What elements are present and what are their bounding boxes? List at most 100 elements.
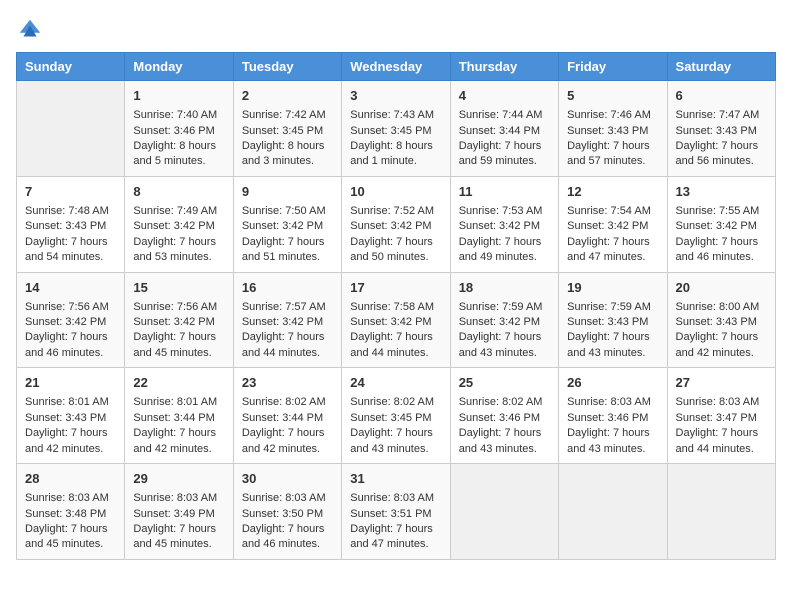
sunset-text: Sunset: 3:46 PM	[133, 124, 224, 139]
sunset-text: Sunset: 3:45 PM	[242, 124, 333, 139]
daylight-text: Daylight: 8 hours and 3 minutes.	[242, 139, 333, 170]
daylight-text: Daylight: 7 hours and 43 minutes.	[350, 426, 441, 457]
calendar-cell: 12Sunrise: 7:54 AMSunset: 3:42 PMDayligh…	[559, 176, 667, 272]
sunrise-text: Sunrise: 7:42 AM	[242, 108, 333, 123]
daylight-text: Daylight: 7 hours and 44 minutes.	[676, 426, 767, 457]
sunrise-text: Sunrise: 7:54 AM	[567, 204, 658, 219]
sunset-text: Sunset: 3:43 PM	[567, 315, 658, 330]
header-thursday: Thursday	[450, 53, 558, 81]
daylight-text: Daylight: 7 hours and 51 minutes.	[242, 235, 333, 266]
day-number: 20	[676, 279, 767, 297]
calendar-cell: 28Sunrise: 8:03 AMSunset: 3:48 PMDayligh…	[17, 464, 125, 560]
day-number: 11	[459, 183, 550, 201]
sunrise-text: Sunrise: 7:49 AM	[133, 204, 224, 219]
calendar-cell	[17, 81, 125, 177]
day-number: 9	[242, 183, 333, 201]
sunset-text: Sunset: 3:46 PM	[459, 411, 550, 426]
daylight-text: Daylight: 7 hours and 42 minutes.	[133, 426, 224, 457]
calendar-cell: 22Sunrise: 8:01 AMSunset: 3:44 PMDayligh…	[125, 368, 233, 464]
daylight-text: Daylight: 8 hours and 5 minutes.	[133, 139, 224, 170]
day-number: 27	[676, 374, 767, 392]
day-number: 2	[242, 87, 333, 105]
calendar-cell: 9 Sunrise: 7:50 AMSunset: 3:42 PMDaylight…	[233, 176, 341, 272]
logo	[16, 16, 48, 44]
calendar-cell: 25Sunrise: 8:02 AMSunset: 3:46 PMDayligh…	[450, 368, 558, 464]
daylight-text: Daylight: 7 hours and 42 minutes.	[25, 426, 116, 457]
sunrise-text: Sunrise: 7:50 AM	[242, 204, 333, 219]
sunrise-text: Sunrise: 7:48 AM	[25, 204, 116, 219]
sunrise-text: Sunrise: 7:56 AM	[133, 300, 224, 315]
calendar-cell: 4Sunrise: 7:44 AMSunset: 3:44 PMDaylight…	[450, 81, 558, 177]
sunset-text: Sunset: 3:43 PM	[676, 315, 767, 330]
sunrise-text: Sunrise: 8:03 AM	[133, 491, 224, 506]
sunrise-text: Sunrise: 8:01 AM	[25, 395, 116, 410]
daylight-text: Daylight: 7 hours and 44 minutes.	[242, 330, 333, 361]
calendar-cell: 11Sunrise: 7:53 AMSunset: 3:42 PMDayligh…	[450, 176, 558, 272]
daylight-text: Daylight: 7 hours and 43 minutes.	[567, 426, 658, 457]
calendar-cell: 14Sunrise: 7:56 AMSunset: 3:42 PMDayligh…	[17, 272, 125, 368]
sunset-text: Sunset: 3:42 PM	[350, 219, 441, 234]
calendar-cell: 2 Sunrise: 7:42 AMSunset: 3:45 PMDaylight…	[233, 81, 341, 177]
sunrise-text: Sunrise: 7:44 AM	[459, 108, 550, 123]
sunset-text: Sunset: 3:42 PM	[25, 315, 116, 330]
calendar-cell: 1Sunrise: 7:40 AMSunset: 3:46 PMDaylight…	[125, 81, 233, 177]
daylight-text: Daylight: 8 hours and 1 minute.	[350, 139, 441, 170]
daylight-text: Daylight: 7 hours and 53 minutes.	[133, 235, 224, 266]
sunset-text: Sunset: 3:51 PM	[350, 507, 441, 522]
sunset-text: Sunset: 3:42 PM	[133, 219, 224, 234]
calendar-cell: 27Sunrise: 8:03 AMSunset: 3:47 PMDayligh…	[667, 368, 775, 464]
sunset-text: Sunset: 3:42 PM	[350, 315, 441, 330]
daylight-text: Daylight: 7 hours and 47 minutes.	[567, 235, 658, 266]
calendar-cell: 20Sunrise: 8:00 AMSunset: 3:43 PMDayligh…	[667, 272, 775, 368]
daylight-text: Daylight: 7 hours and 46 minutes.	[25, 330, 116, 361]
sunrise-text: Sunrise: 7:52 AM	[350, 204, 441, 219]
header-monday: Monday	[125, 53, 233, 81]
daylight-text: Daylight: 7 hours and 44 minutes.	[350, 330, 441, 361]
sunset-text: Sunset: 3:42 PM	[242, 219, 333, 234]
sunrise-text: Sunrise: 8:03 AM	[25, 491, 116, 506]
sunset-text: Sunset: 3:45 PM	[350, 124, 441, 139]
calendar-cell: 13Sunrise: 7:55 AMSunset: 3:42 PMDayligh…	[667, 176, 775, 272]
daylight-text: Daylight: 7 hours and 57 minutes.	[567, 139, 658, 170]
sunset-text: Sunset: 3:45 PM	[350, 411, 441, 426]
sunrise-text: Sunrise: 7:46 AM	[567, 108, 658, 123]
day-number: 19	[567, 279, 658, 297]
sunset-text: Sunset: 3:50 PM	[242, 507, 333, 522]
sunrise-text: Sunrise: 7:59 AM	[567, 300, 658, 315]
calendar-cell: 15Sunrise: 7:56 AMSunset: 3:42 PMDayligh…	[125, 272, 233, 368]
sunrise-text: Sunrise: 8:00 AM	[676, 300, 767, 315]
calendar-cell	[559, 464, 667, 560]
calendar-cell	[667, 464, 775, 560]
sunrise-text: Sunrise: 7:55 AM	[676, 204, 767, 219]
sunset-text: Sunset: 3:43 PM	[25, 219, 116, 234]
day-number: 17	[350, 279, 441, 297]
sunrise-text: Sunrise: 8:02 AM	[350, 395, 441, 410]
day-number: 7	[25, 183, 116, 201]
calendar-cell: 7Sunrise: 7:48 AMSunset: 3:43 PMDaylight…	[17, 176, 125, 272]
week-row-3: 14Sunrise: 7:56 AMSunset: 3:42 PMDayligh…	[17, 272, 776, 368]
day-number: 10	[350, 183, 441, 201]
day-number: 29	[133, 470, 224, 488]
day-number: 23	[242, 374, 333, 392]
sunset-text: Sunset: 3:42 PM	[676, 219, 767, 234]
calendar-cell: 10Sunrise: 7:52 AMSunset: 3:42 PMDayligh…	[342, 176, 450, 272]
calendar-cell: 24Sunrise: 8:02 AMSunset: 3:45 PMDayligh…	[342, 368, 450, 464]
day-number: 22	[133, 374, 224, 392]
sunrise-text: Sunrise: 7:53 AM	[459, 204, 550, 219]
sunset-text: Sunset: 3:48 PM	[25, 507, 116, 522]
sunset-text: Sunset: 3:47 PM	[676, 411, 767, 426]
daylight-text: Daylight: 7 hours and 43 minutes.	[567, 330, 658, 361]
sunset-text: Sunset: 3:42 PM	[459, 219, 550, 234]
sunrise-text: Sunrise: 7:57 AM	[242, 300, 333, 315]
daylight-text: Daylight: 7 hours and 43 minutes.	[459, 330, 550, 361]
sunset-text: Sunset: 3:42 PM	[133, 315, 224, 330]
day-number: 26	[567, 374, 658, 392]
calendar-cell: 6Sunrise: 7:47 AMSunset: 3:43 PMDaylight…	[667, 81, 775, 177]
logo-icon	[16, 16, 44, 44]
daylight-text: Daylight: 7 hours and 45 minutes.	[133, 522, 224, 553]
sunrise-text: Sunrise: 7:58 AM	[350, 300, 441, 315]
daylight-text: Daylight: 7 hours and 59 minutes.	[459, 139, 550, 170]
week-row-4: 21Sunrise: 8:01 AMSunset: 3:43 PMDayligh…	[17, 368, 776, 464]
calendar-cell: 29Sunrise: 8:03 AMSunset: 3:49 PMDayligh…	[125, 464, 233, 560]
sunrise-text: Sunrise: 7:47 AM	[676, 108, 767, 123]
